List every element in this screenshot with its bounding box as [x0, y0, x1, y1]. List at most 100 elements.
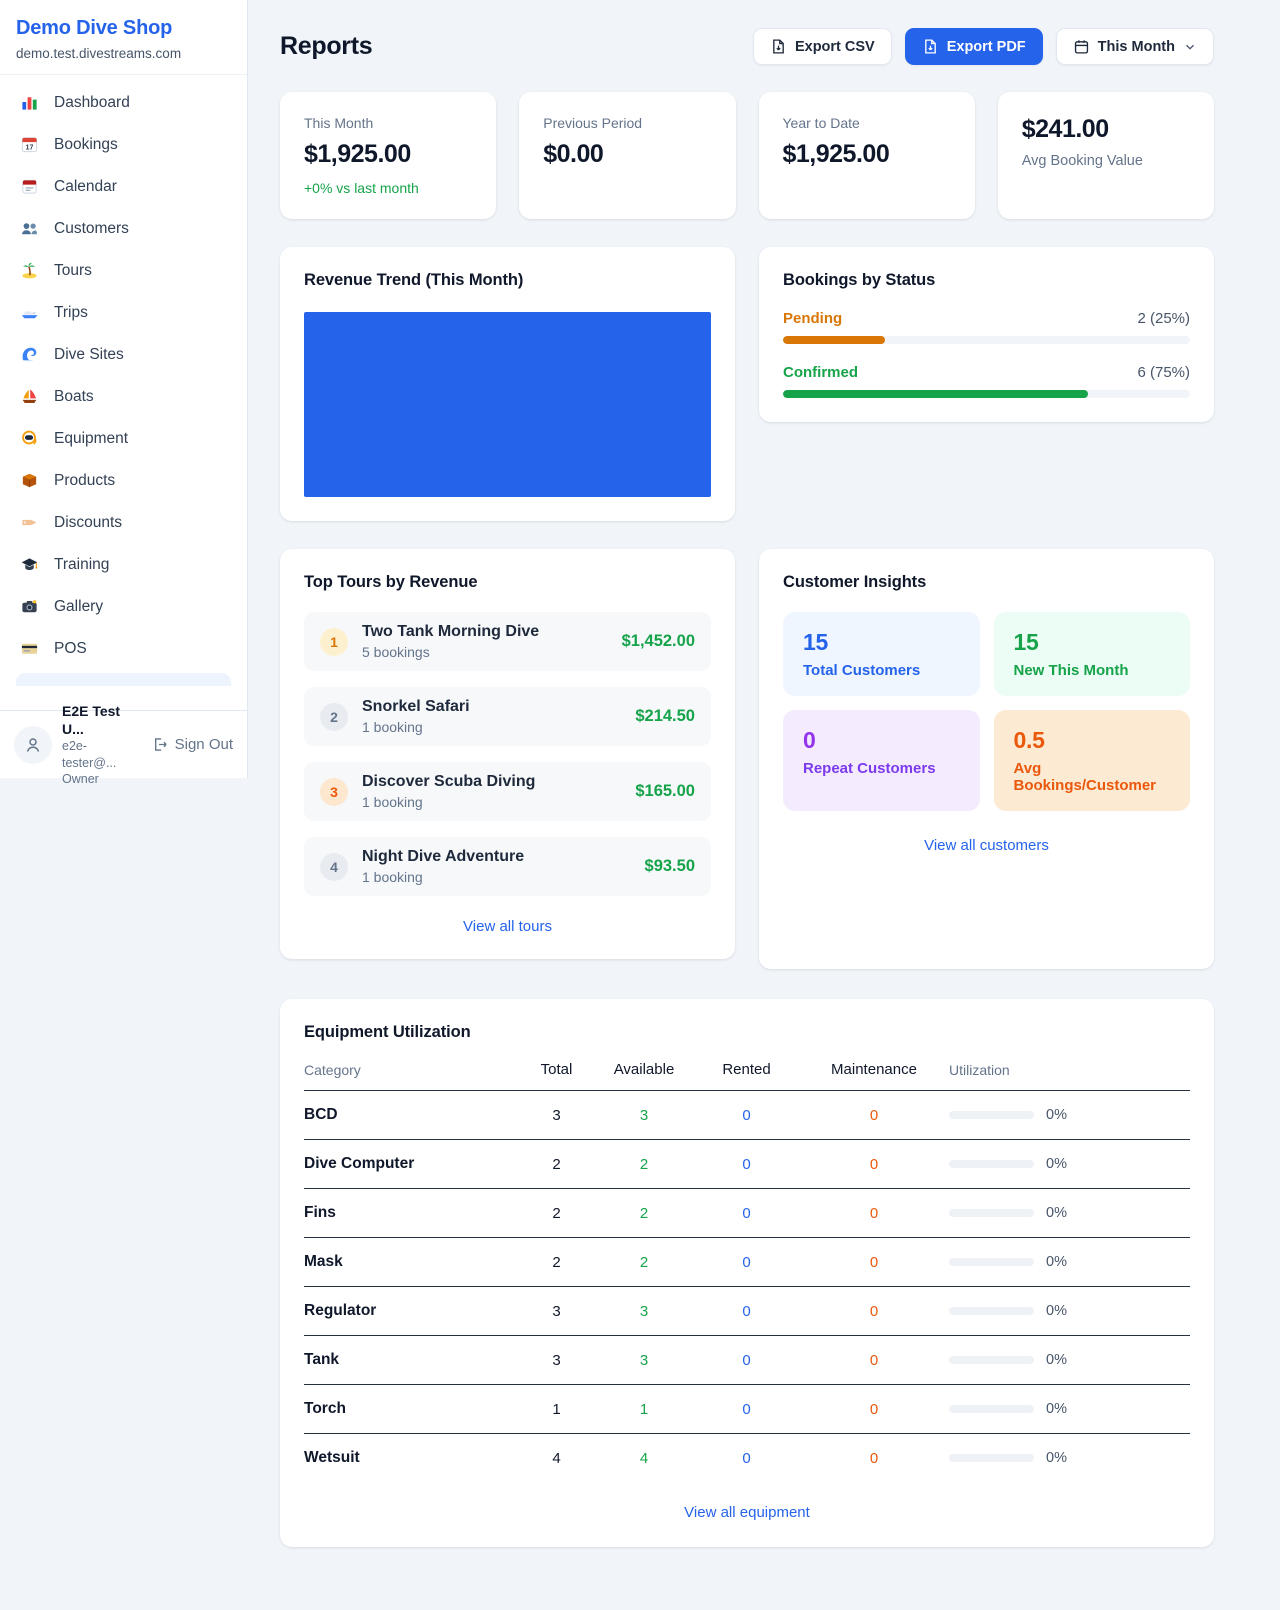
- sidebar-item-dive-sites[interactable]: Dive Sites: [8, 337, 239, 372]
- view-all-customers-link[interactable]: View all customers: [783, 837, 1190, 854]
- sidebar-item-label: Customers: [54, 220, 129, 238]
- sidebar-item-label: Dive Sites: [54, 346, 124, 364]
- cell-rented: 0: [694, 1352, 799, 1369]
- status-value: 2 (25%): [1137, 310, 1190, 327]
- shop-name: Demo Dive Shop: [16, 17, 231, 40]
- speedboat-icon: [20, 303, 39, 322]
- cell-maintenance: 0: [799, 1352, 949, 1369]
- label-tag-icon: [20, 513, 39, 532]
- top-tours-title: Top Tours by Revenue: [304, 573, 711, 592]
- top-tours-card: Top Tours by Revenue 1 Two Tank Morning …: [280, 549, 735, 959]
- cell-maintenance: 0: [799, 1450, 949, 1467]
- period-selector[interactable]: This Month: [1056, 28, 1214, 65]
- sidebar-item-reports-active-partial[interactable]: [16, 673, 231, 686]
- cell-total: 2: [519, 1156, 594, 1173]
- sidebar-item-label: Discounts: [54, 514, 122, 532]
- sidebar-item-trips[interactable]: Trips: [8, 295, 239, 330]
- cell-utilization: 0%: [949, 1107, 1190, 1123]
- cell-category: Mask: [304, 1253, 519, 1271]
- list-item: 1 Two Tank Morning Dive 5 bookings $1,45…: [304, 612, 711, 671]
- export-csv-button[interactable]: Export CSV: [753, 28, 892, 65]
- insight-tiles: 15 Total Customers 15 New This Month 0 R…: [783, 612, 1190, 811]
- sailboat-icon: [20, 387, 39, 406]
- equipment-utilization-card: Equipment Utilization Category Total Ava…: [280, 999, 1214, 1547]
- sidebar-item-label: Bookings: [54, 136, 118, 154]
- sidebar-item-label: Equipment: [54, 430, 128, 448]
- rank-badge: 1: [320, 628, 348, 656]
- table-row: Mask 2 2 0 0 0%: [304, 1238, 1190, 1287]
- equipment-utilization-title: Equipment Utilization: [304, 1023, 1190, 1042]
- utilization-percent: 0%: [1046, 1205, 1067, 1221]
- cell-utilization: 0%: [949, 1156, 1190, 1172]
- table-header: Category Total Available Rented Maintena…: [304, 1061, 1190, 1091]
- column-header: Maintenance: [799, 1061, 949, 1078]
- tour-name: Night Dive Adventure: [362, 848, 524, 865]
- cell-rented: 0: [694, 1156, 799, 1173]
- tile-value: 15: [1014, 629, 1171, 656]
- tile-avg-bookings-customer: 0.5 Avg Bookings/Customer: [994, 710, 1191, 811]
- cell-category: Dive Computer: [304, 1155, 519, 1173]
- sidebar-item-boats[interactable]: Boats: [8, 379, 239, 414]
- utilization-bar: [949, 1209, 1034, 1217]
- tour-name: Discover Scuba Diving: [362, 773, 535, 790]
- tour-bookings: 1 booking: [362, 794, 621, 810]
- sidebar-item-tours[interactable]: Tours: [8, 253, 239, 288]
- sidebar-item-gallery[interactable]: Gallery: [8, 589, 239, 624]
- tile-value: 0: [803, 727, 960, 754]
- column-header: Utilization: [949, 1062, 1190, 1078]
- export-pdf-button[interactable]: Export PDF: [905, 28, 1043, 65]
- table-row: Tank 3 3 0 0 0%: [304, 1336, 1190, 1385]
- tile-new-this-month: 15 New This Month: [994, 612, 1191, 696]
- view-all-equipment-link[interactable]: View all equipment: [304, 1504, 1190, 1521]
- stat-card-avg-booking-value: $241.00 Avg Booking Value: [998, 92, 1214, 219]
- cell-available: 2: [594, 1205, 694, 1222]
- stat-value: $241.00: [1022, 115, 1190, 144]
- package-icon: [20, 471, 39, 490]
- sidebar-item-equipment[interactable]: Equipment: [8, 421, 239, 456]
- sidebar-item-products[interactable]: Products: [8, 463, 239, 498]
- sidebar-item-dashboard[interactable]: Dashboard: [8, 85, 239, 120]
- stat-label: Previous Period: [543, 115, 711, 131]
- table-row: Dive Computer 2 2 0 0 0%: [304, 1140, 1190, 1189]
- stat-card-this-month: This Month $1,925.00 +0% vs last month: [280, 92, 496, 219]
- chevron-down-icon: [1183, 40, 1197, 54]
- utilization-percent: 0%: [1046, 1450, 1067, 1466]
- sign-out-button[interactable]: Sign Out: [151, 736, 233, 753]
- stat-value: $0.00: [543, 140, 711, 169]
- cell-total: 3: [519, 1303, 594, 1320]
- page-header: Reports Export CSV Export PDF This Month: [280, 28, 1214, 65]
- status-label: Pending: [783, 310, 842, 327]
- tour-bookings: 5 bookings: [362, 644, 608, 660]
- tear-off-calendar-icon: [20, 177, 39, 196]
- cell-utilization: 0%: [949, 1401, 1190, 1417]
- sidebar-item-customers[interactable]: Customers: [8, 211, 239, 246]
- table-row: Fins 2 2 0 0 0%: [304, 1189, 1190, 1238]
- column-header: Total: [519, 1061, 594, 1078]
- cell-maintenance: 0: [799, 1254, 949, 1271]
- tile-label: Avg Bookings/Customer: [1014, 760, 1171, 794]
- utilization-bar: [949, 1111, 1034, 1119]
- utilization-bar: [949, 1307, 1034, 1315]
- sidebar-item-calendar[interactable]: Calendar: [8, 169, 239, 204]
- user-name: E2E Test U...: [62, 702, 141, 738]
- view-all-tours-link[interactable]: View all tours: [304, 918, 711, 935]
- cell-total: 2: [519, 1254, 594, 1271]
- sidebar-item-pos[interactable]: POS: [8, 631, 239, 666]
- list-item: 4 Night Dive Adventure 1 booking $93.50: [304, 837, 711, 896]
- diving-mask-icon: [20, 429, 39, 448]
- progress-track: [783, 336, 1190, 344]
- stat-label: This Month: [304, 115, 472, 131]
- sidebar-item-bookings[interactable]: 17 Bookings: [8, 127, 239, 162]
- status-value: 6 (75%): [1137, 364, 1190, 381]
- revenue-trend-card: Revenue Trend (This Month): [280, 247, 735, 521]
- cell-total: 3: [519, 1107, 594, 1124]
- tile-value: 0.5: [1014, 727, 1171, 754]
- sidebar-item-training[interactable]: Training: [8, 547, 239, 582]
- utilization-percent: 0%: [1046, 1107, 1067, 1123]
- cell-utilization: 0%: [949, 1254, 1190, 1270]
- tour-revenue: $93.50: [645, 857, 695, 876]
- table-row: Regulator 3 3 0 0 0%: [304, 1287, 1190, 1336]
- sidebar-item-discounts[interactable]: Discounts: [8, 505, 239, 540]
- charts-row: Revenue Trend (This Month) Bookings by S…: [280, 247, 1214, 521]
- cell-category: Wetsuit: [304, 1449, 519, 1467]
